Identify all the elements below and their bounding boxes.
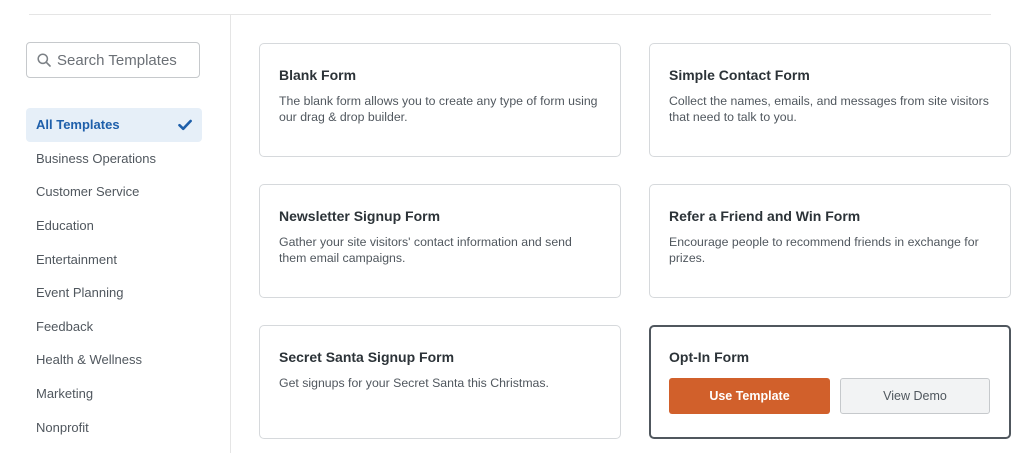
template-card-newsletter-signup-form[interactable]: Newsletter Signup Form Gather your site …: [259, 184, 621, 298]
checkmark-icon: [178, 119, 192, 131]
template-title: Newsletter Signup Form: [279, 208, 441, 224]
search-icon: [37, 53, 51, 67]
category-label: Event Planning: [36, 285, 124, 301]
view-demo-button[interactable]: View Demo: [840, 378, 990, 414]
category-feedback[interactable]: Feedback: [26, 310, 202, 344]
category-list: All Templates Business Operations Custom…: [26, 108, 202, 444]
template-title: Refer a Friend and Win Form: [669, 208, 861, 224]
template-description: Get signups for your Secret Santa this C…: [279, 376, 549, 390]
category-label: Health & Wellness: [36, 352, 142, 368]
template-card-blank-form[interactable]: Blank Form The blank form allows you to …: [259, 43, 621, 157]
template-picker: All Templates Business Operations Custom…: [0, 0, 1024, 453]
search-box[interactable]: [26, 42, 200, 78]
top-divider: [29, 14, 991, 15]
template-description: Collect the names, emails, and messages …: [669, 94, 989, 124]
template-card-refer-a-friend-form[interactable]: Refer a Friend and Win Form Encourage pe…: [649, 184, 1011, 298]
template-description: Gather your site visitors' contact infor…: [279, 235, 572, 265]
category-all-templates[interactable]: All Templates: [26, 108, 202, 142]
template-card-simple-contact-form[interactable]: Simple Contact Form Collect the names, e…: [649, 43, 1011, 157]
category-label: All Templates: [36, 117, 120, 133]
category-label: Nonprofit: [36, 419, 89, 435]
category-label: Business Operations: [36, 150, 156, 166]
category-entertainment[interactable]: Entertainment: [26, 242, 202, 276]
category-label: Customer Service: [36, 184, 140, 200]
template-description: The blank form allows you to create any …: [279, 94, 598, 124]
category-business-operations[interactable]: Business Operations: [26, 142, 202, 176]
category-education[interactable]: Education: [26, 209, 202, 243]
category-label: Feedback: [36, 318, 94, 334]
category-customer-service[interactable]: Customer Service: [26, 175, 202, 209]
category-marketing[interactable]: Marketing: [26, 377, 202, 411]
template-card-opt-in-form[interactable]: Opt-In Form Use Template View Demo: [649, 325, 1011, 439]
category-label: Marketing: [36, 386, 94, 402]
template-card-secret-santa-form[interactable]: Secret Santa Signup Form Get signups for…: [259, 325, 621, 439]
template-description: Encourage people to recommend friends in…: [669, 235, 979, 265]
search-input[interactable]: [57, 51, 187, 69]
category-health-wellness[interactable]: Health & Wellness: [26, 343, 202, 377]
category-event-planning[interactable]: Event Planning: [26, 276, 202, 310]
use-template-button[interactable]: Use Template: [669, 378, 830, 414]
card-actions: Use Template View Demo: [669, 378, 991, 414]
template-title: Blank Form: [279, 67, 357, 83]
category-label: Education: [36, 218, 94, 234]
template-title: Secret Santa Signup Form: [279, 349, 455, 365]
template-title: Opt-In Form: [669, 349, 750, 365]
category-label: Entertainment: [36, 251, 117, 267]
sidebar-divider: [230, 14, 231, 453]
template-title: Simple Contact Form: [669, 67, 810, 83]
category-nonprofit[interactable]: Nonprofit: [26, 410, 202, 444]
